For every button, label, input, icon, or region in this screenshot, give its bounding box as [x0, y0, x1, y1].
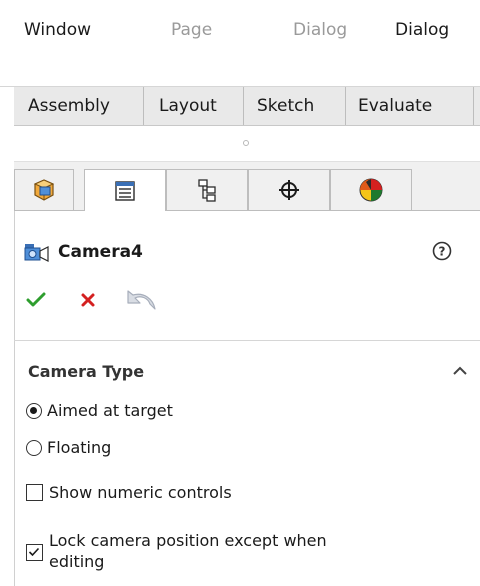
tab-display-manager[interactable] [330, 169, 412, 210]
splitter-handle-icon[interactable] [243, 140, 249, 146]
tab-separator [143, 87, 144, 125]
panel-splitter[interactable] [14, 126, 480, 162]
section-divider [14, 340, 480, 341]
command-manager-tabs: Assembly Layout Sketch Evaluate [14, 87, 480, 126]
checkbox-lock-camera-position[interactable]: Lock camera position except when editing [26, 530, 327, 572]
tab-evaluate[interactable]: Evaluate [348, 87, 442, 125]
help-icon[interactable]: ? [432, 241, 452, 261]
menu-window[interactable]: Window [24, 20, 91, 40]
checkbox[interactable] [26, 544, 43, 561]
radio-floating[interactable]: Floating [26, 438, 111, 457]
tab-dimxpert-manager[interactable] [248, 169, 330, 210]
group-title-camera-type[interactable]: Camera Type [28, 362, 144, 381]
radio-label: Floating [47, 438, 112, 457]
property-manager-icon [115, 180, 135, 201]
manager-tabs [14, 162, 480, 211]
checkbox-label: Show numeric controls [49, 483, 232, 502]
checkbox-label-line1: Lock camera position except when [49, 531, 327, 550]
chevron-up-icon[interactable] [452, 364, 468, 376]
checkbox-label-line2: editing [49, 552, 105, 571]
radio-aimed-at-target[interactable]: Aimed at target [26, 401, 173, 420]
tab-feature-manager[interactable] [14, 169, 74, 210]
tab-property-manager[interactable] [84, 169, 166, 211]
dimxpert-manager-icon [279, 180, 299, 200]
close-icon[interactable] [80, 292, 96, 308]
feature-manager-icon [33, 179, 55, 201]
menu-dialog[interactable]: Dialog [395, 20, 449, 40]
radio-button[interactable] [26, 402, 42, 419]
camera-icon [24, 244, 49, 262]
undo-icon[interactable] [122, 287, 158, 315]
tab-layout[interactable]: Layout [149, 87, 227, 125]
radio-button[interactable] [26, 439, 42, 456]
checkbox[interactable] [26, 484, 43, 501]
tab-configuration-manager[interactable] [166, 169, 248, 210]
menu-dialog-dim[interactable]: Dialog [293, 20, 347, 40]
svg-text:?: ? [439, 245, 446, 259]
checkbox-show-numeric-controls[interactable]: Show numeric controls [26, 483, 232, 502]
checkmark-icon[interactable] [26, 291, 46, 309]
tab-separator [345, 87, 346, 125]
property-manager-header: Camera4 [24, 238, 143, 266]
display-manager-icon [359, 178, 383, 202]
tab-assembly[interactable]: Assembly [18, 87, 120, 125]
tab-separator [473, 87, 474, 125]
configuration-manager-icon [198, 179, 216, 202]
menu-page[interactable]: Page [171, 20, 212, 40]
page-title: Camera4 [58, 242, 143, 262]
tab-sketch[interactable]: Sketch [247, 87, 324, 125]
menu-bar: Window Page Dialog Dialog [14, 0, 480, 86]
checkbox-label: Lock camera position except when editing [49, 530, 327, 572]
tab-separator [243, 87, 244, 125]
checkbox-check-icon [28, 547, 40, 557]
radio-label: Aimed at target [47, 401, 173, 420]
